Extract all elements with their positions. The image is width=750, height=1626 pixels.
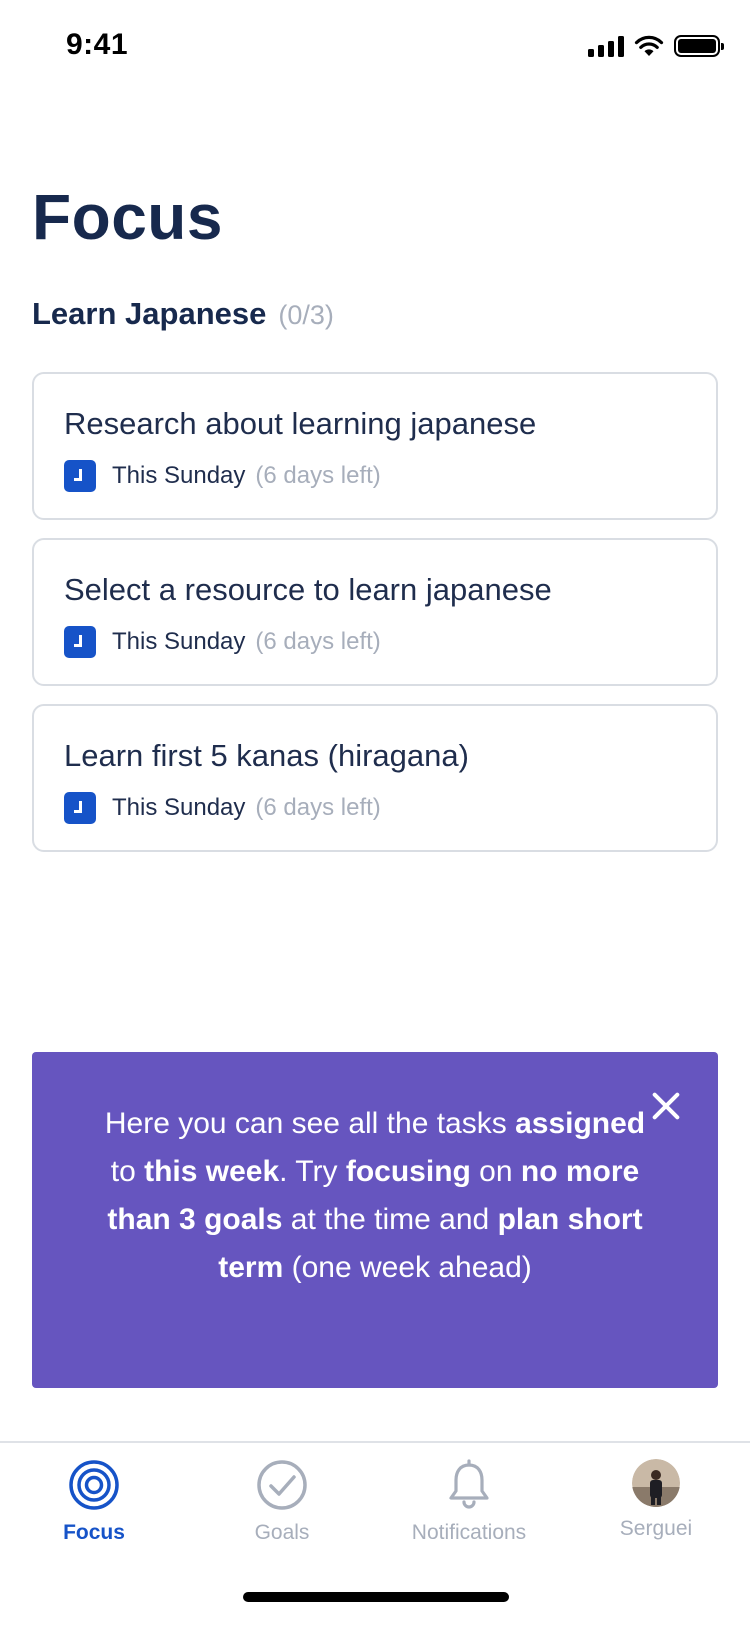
task-due: This Sunday (6 days left) [64, 460, 686, 492]
task-list: Research about learning japanese This Su… [32, 372, 718, 870]
home-indicator[interactable] [243, 1592, 509, 1602]
task-title: Research about learning japanese [64, 406, 537, 441]
tip-text-part: . Try [279, 1155, 346, 1188]
check-circle-icon [257, 1460, 307, 1510]
tab-goals[interactable]: Goals [188, 1459, 376, 1545]
tip-text-part: at the time and [282, 1203, 498, 1236]
days-left: (6 days left) [255, 462, 381, 489]
tab-label: Serguei [619, 1517, 693, 1540]
tab-label: Notifications [411, 1521, 527, 1544]
tip-message: Here you can see all the tasks assigned … [92, 1100, 658, 1292]
cellular-signal-icon [588, 35, 624, 57]
tip-text-emphasis: this week [144, 1155, 280, 1188]
task-title: Select a resource to learn japanese [64, 572, 552, 607]
avatar [632, 1459, 680, 1507]
bell-icon [449, 1459, 489, 1509]
task-due: This Sunday (6 days left) [64, 792, 686, 824]
tip-text-part: (one week ahead) [283, 1251, 532, 1284]
target-icon [69, 1460, 119, 1510]
tab-profile[interactable]: Serguei [562, 1459, 750, 1541]
status-icons [588, 32, 724, 60]
tip-text-part: on [470, 1155, 521, 1188]
tip-text-part: Here you can see all the tasks [104, 1107, 516, 1140]
tab-label: Focus [63, 1521, 125, 1544]
tip-text-part: to [110, 1155, 145, 1188]
task-card[interactable]: Learn first 5 kanas (hiragana) This Sund… [32, 704, 718, 852]
clock-icon [64, 460, 96, 492]
task-card[interactable]: Research about learning japanese This Su… [32, 372, 718, 520]
goal-title: Learn Japanese [32, 296, 267, 331]
task-card[interactable]: Select a resource to learn japanese This… [32, 538, 718, 686]
clock-icon [64, 792, 96, 824]
battery-icon [674, 35, 724, 57]
tab-focus[interactable]: Focus [0, 1459, 188, 1545]
tab-notifications[interactable]: Notifications [375, 1459, 563, 1545]
clock-icon [64, 626, 96, 658]
goal-section-header: Learn Japanese (0/3) [32, 296, 334, 332]
tip-text-emphasis: focusing [345, 1155, 471, 1188]
status-time: 9:41 [66, 28, 129, 61]
days-left: (6 days left) [255, 794, 381, 821]
tip-text-emphasis: assigned [515, 1107, 646, 1140]
due-date: This Sunday [112, 628, 246, 655]
close-icon[interactable] [646, 1086, 686, 1126]
page-title: Focus [32, 181, 223, 253]
goal-progress-count: (0/3) [278, 300, 334, 330]
task-due: This Sunday (6 days left) [64, 626, 686, 658]
days-left: (6 days left) [255, 628, 381, 655]
due-date: This Sunday [112, 462, 246, 489]
tip-banner: Here you can see all the tasks assigned … [32, 1052, 718, 1388]
due-date: This Sunday [112, 794, 246, 821]
status-bar: 9:41 [0, 0, 750, 96]
wifi-icon [634, 35, 664, 56]
task-title: Learn first 5 kanas (hiragana) [64, 738, 469, 773]
tab-label: Goals [254, 1521, 310, 1544]
